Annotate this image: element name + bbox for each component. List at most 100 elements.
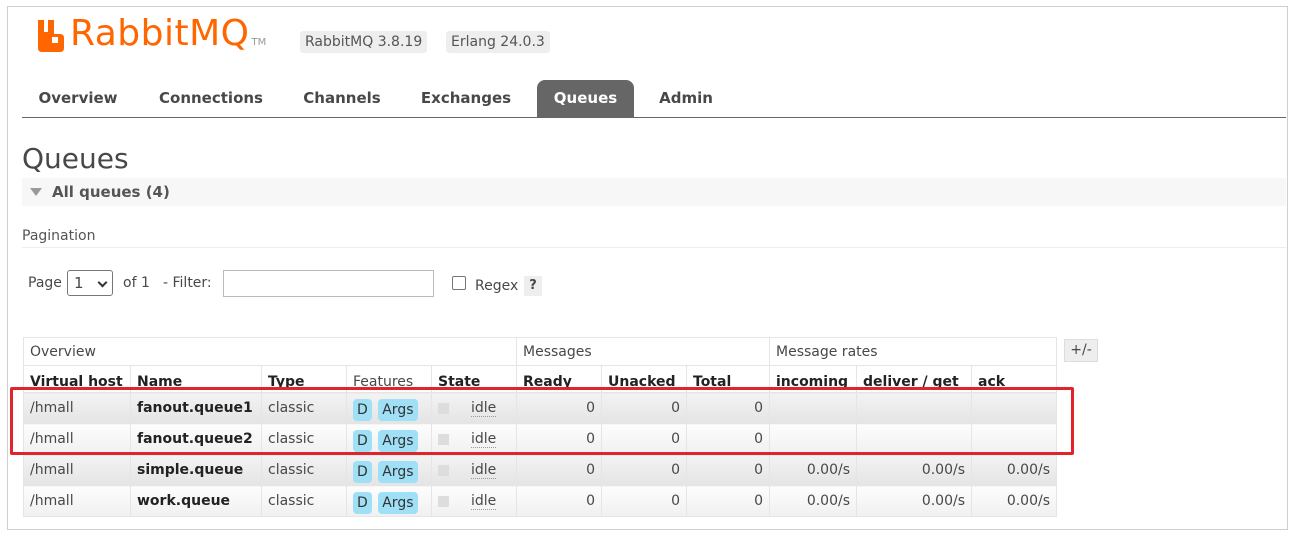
unacked-cell: 0	[601, 454, 687, 486]
incoming-cell: 0.00/s	[769, 485, 857, 517]
durable-badge: D	[353, 429, 372, 452]
state-label: idle	[471, 400, 497, 417]
ack-cell: 0.00/s	[971, 485, 1057, 517]
state-indicator-icon	[438, 495, 449, 507]
state-cell: idle	[431, 423, 517, 455]
table-row: /hmall fanout.queue2 classic D Args idle…	[23, 423, 1057, 455]
ready-cell: 0	[516, 423, 602, 455]
features-cell: D Args	[346, 392, 432, 424]
column-header-unacked[interactable]: Unacked	[601, 365, 687, 393]
column-header-type[interactable]: Type	[261, 365, 347, 393]
args-badge: Args	[378, 491, 418, 514]
column-header-incoming[interactable]: incoming	[769, 365, 857, 393]
args-badge: Args	[378, 429, 418, 452]
group-header-overview: Overview	[23, 337, 517, 366]
total-cell: 0	[686, 423, 770, 455]
page-title: Queues	[22, 142, 129, 175]
queue-name-link[interactable]: fanout.queue2	[130, 423, 262, 455]
total-cell: 0	[686, 454, 770, 486]
tab-overview[interactable]: Overview	[32, 80, 124, 117]
column-header-state[interactable]: State	[431, 365, 517, 393]
durable-badge: D	[353, 398, 372, 421]
logo-text: RabbitMQ	[70, 13, 250, 54]
state-label: idle	[471, 493, 497, 510]
column-header-ack[interactable]: ack	[971, 365, 1057, 393]
state-label: idle	[471, 462, 497, 479]
page-label: Page	[28, 275, 62, 291]
collapse-triangle-icon	[30, 188, 42, 196]
state-cell: idle	[431, 454, 517, 486]
args-badge: Args	[378, 398, 418, 421]
erlang-version-badge: Erlang 24.0.3	[446, 31, 550, 53]
type-cell: classic	[261, 392, 347, 424]
state-indicator-icon	[438, 464, 449, 476]
all-queues-section-toggle[interactable]: All queues (4)	[22, 178, 1286, 206]
features-cell: D Args	[346, 454, 432, 486]
table-row: /hmall fanout.queue1 classic D Args idle…	[23, 392, 1057, 424]
vhost-cell: /hmall	[23, 485, 131, 517]
column-header-total[interactable]: Total	[686, 365, 770, 393]
regex-help-button[interactable]: ?	[524, 276, 542, 296]
toggle-columns-button[interactable]: +/-	[1064, 339, 1098, 362]
state-label: idle	[471, 431, 497, 448]
ack-cell	[971, 423, 1057, 455]
main-nav-tabs: Overview Connections Channels Exchanges …	[22, 80, 1286, 118]
durable-badge: D	[353, 460, 372, 483]
table-row: /hmall work.queue classic D Args idle 0 …	[23, 485, 1057, 517]
column-header-features: Features	[346, 365, 432, 393]
state-indicator-icon	[438, 402, 449, 414]
vhost-cell: /hmall	[23, 454, 131, 486]
unacked-cell: 0	[601, 485, 687, 517]
page-select-value: 1	[74, 274, 84, 292]
unacked-cell: 0	[601, 392, 687, 424]
queue-name-link[interactable]: work.queue	[130, 485, 262, 517]
type-cell: classic	[261, 485, 347, 517]
ready-cell: 0	[516, 392, 602, 424]
group-header-message-rates: Message rates	[769, 337, 1057, 366]
vhost-cell: /hmall	[23, 392, 131, 424]
table-row: /hmall simple.queue classic D Args idle …	[23, 454, 1057, 486]
tab-exchanges[interactable]: Exchanges	[418, 80, 514, 117]
tab-queues[interactable]: Queues	[537, 80, 634, 117]
state-cell: idle	[431, 485, 517, 517]
rabbitmq-logo[interactable]: RabbitMQ TM	[36, 12, 266, 52]
filter-label: - Filter:	[163, 275, 212, 291]
total-cell: 0	[686, 392, 770, 424]
durable-badge: D	[353, 491, 372, 514]
page-select[interactable]: 1	[67, 270, 113, 296]
section-label: All queues (4)	[52, 183, 170, 201]
ready-cell: 0	[516, 454, 602, 486]
tab-admin[interactable]: Admin	[654, 80, 718, 117]
type-cell: classic	[261, 454, 347, 486]
column-header-name[interactable]: Name	[130, 365, 262, 393]
page-count-label: of 1	[123, 275, 150, 291]
unacked-cell: 0	[601, 423, 687, 455]
ack-cell	[971, 392, 1057, 424]
incoming-cell	[769, 392, 857, 424]
state-indicator-icon	[438, 433, 449, 445]
vhost-cell: /hmall	[23, 423, 131, 455]
type-cell: classic	[261, 423, 347, 455]
queue-name-link[interactable]: fanout.queue1	[130, 392, 262, 424]
queue-name-link[interactable]: simple.queue	[130, 454, 262, 486]
args-badge: Args	[378, 460, 418, 483]
column-header-deliver-get[interactable]: deliver / get	[856, 365, 972, 393]
deliver-get-cell	[856, 423, 972, 455]
column-header-virtual-host[interactable]: Virtual host	[23, 365, 131, 393]
divider	[22, 247, 1286, 248]
tab-channels[interactable]: Channels	[298, 80, 386, 117]
incoming-cell	[769, 423, 857, 455]
logo-trademark: TM	[251, 37, 267, 48]
group-header-messages: Messages	[516, 337, 770, 366]
tab-connections[interactable]: Connections	[152, 80, 270, 117]
incoming-cell: 0.00/s	[769, 454, 857, 486]
regex-checkbox[interactable]	[452, 276, 466, 290]
column-header-ready[interactable]: Ready	[516, 365, 602, 393]
features-cell: D Args	[346, 423, 432, 455]
deliver-get-cell: 0.00/s	[856, 454, 972, 486]
features-cell: D Args	[346, 485, 432, 517]
deliver-get-cell: 0.00/s	[856, 485, 972, 517]
filter-input[interactable]	[223, 270, 434, 297]
rabbit-logo-icon	[38, 20, 64, 52]
ack-cell: 0.00/s	[971, 454, 1057, 486]
